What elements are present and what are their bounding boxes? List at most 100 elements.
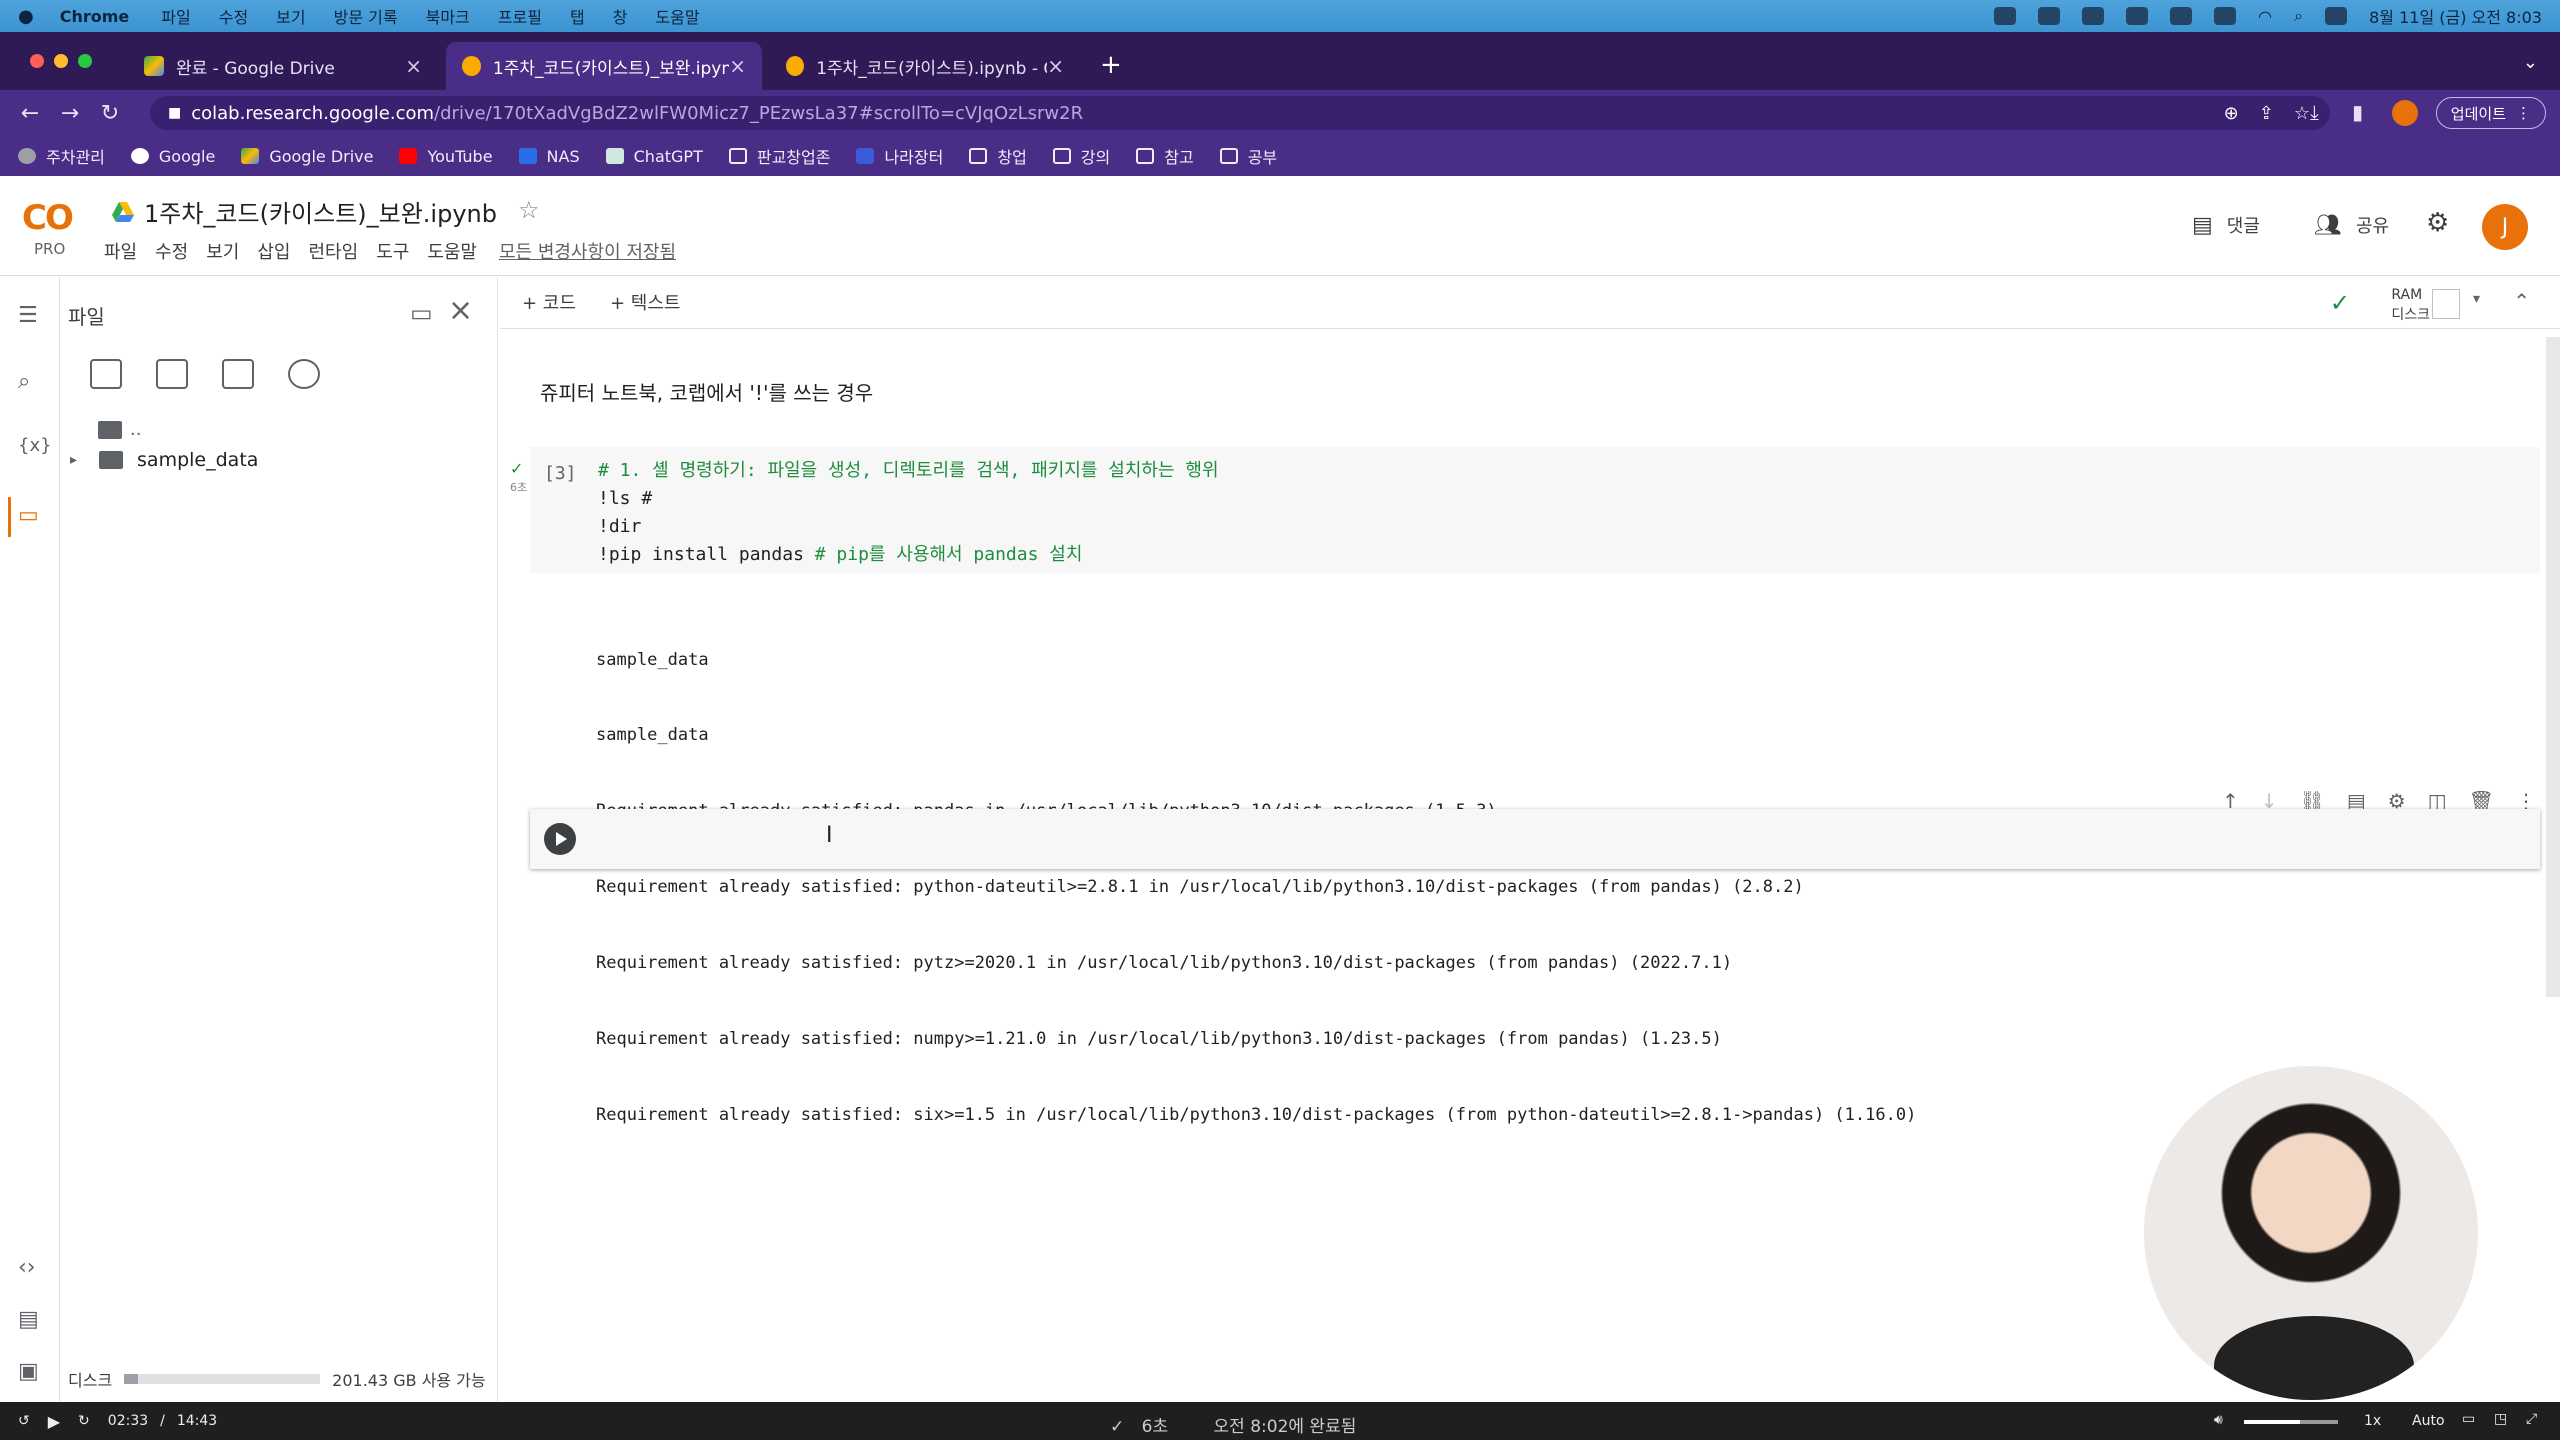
open-in-tab-icon[interactable]: ▭ — [410, 299, 433, 327]
status-icon[interactable] — [2038, 7, 2061, 25]
code-cell[interactable]: ✓ 6초 [3] # 1. 셸 명령하기: 파일을 생성, 디렉토리를 검색, … — [510, 447, 2540, 573]
tab-colab-active[interactable]: 1주차_코드(카이스트)_보완.ipynb × — [446, 42, 762, 90]
volume-slider[interactable] — [2244, 1420, 2338, 1424]
reload-icon[interactable]: ↻ — [90, 101, 130, 126]
forward-icon[interactable]: ↻ — [78, 1413, 90, 1429]
status-icon[interactable] — [2126, 7, 2149, 25]
bookmark-folder[interactable]: 공부 — [1219, 144, 1277, 168]
code-editor[interactable]: # 1. 셸 명령하기: 파일을 생성, 디렉토리를 검색, 패키지를 설치하는… — [598, 457, 1219, 569]
menubar-item-bookmarks[interactable]: 북마크 — [426, 4, 470, 28]
zoom-icon[interactable]: ⊕ — [2224, 103, 2239, 124]
gear-icon[interactable]: ⚙ — [2426, 208, 2449, 238]
bookmark-item[interactable]: 주차관리 — [18, 144, 105, 168]
search-icon[interactable]: ⌕ — [2294, 6, 2303, 26]
table-of-contents-icon[interactable]: ☰ — [18, 303, 38, 328]
avatar[interactable]: J — [2482, 204, 2528, 250]
apple-icon[interactable]: ● — [18, 6, 34, 27]
profile-avatar-icon[interactable] — [2392, 100, 2418, 126]
menu-insert[interactable]: 삽입 — [257, 238, 290, 264]
empty-code-cell[interactable]: I — [530, 809, 2540, 869]
text-cell[interactable]: 쥬피터 노트북, 코랩에서 '!'를 쓰는 경우 — [540, 377, 873, 406]
upload-file-icon[interactable] — [90, 359, 122, 389]
menubar-app-name[interactable]: Chrome — [60, 7, 130, 26]
play-icon[interactable]: ▶ — [48, 1412, 60, 1431]
close-tab-icon[interactable]: × — [729, 54, 746, 78]
add-text-button[interactable]: + 텍스트 — [610, 289, 680, 315]
tree-folder-sample-data[interactable]: ▸ sample_data — [70, 449, 258, 471]
bookmark-item[interactable]: Google — [130, 147, 215, 166]
code-snippets-icon[interactable]: ‹› — [18, 1255, 36, 1280]
close-window-icon[interactable] — [30, 54, 44, 68]
menu-file[interactable]: 파일 — [104, 238, 137, 264]
tab-search-icon[interactable]: ⌄ — [2523, 52, 2538, 73]
battery-icon[interactable] — [2214, 7, 2237, 25]
status-icon[interactable] — [2170, 7, 2193, 25]
share-page-icon[interactable]: ⇪ — [2259, 103, 2274, 124]
close-icon[interactable]: × — [448, 293, 473, 328]
lock-icon[interactable]: ■ — [168, 105, 181, 121]
captions-icon[interactable]: ▭ — [2462, 1411, 2475, 1427]
star-icon[interactable]: ☆ — [518, 196, 540, 224]
menubar-item-tab[interactable]: 탭 — [570, 4, 585, 28]
share-button[interactable]: 👥︎ 공유 — [2314, 212, 2389, 238]
menu-help[interactable]: 도움말 — [427, 238, 477, 264]
bookmark-item[interactable]: 판교창업존 — [728, 144, 830, 168]
status-icon[interactable] — [2082, 7, 2105, 25]
hide-files-icon[interactable] — [288, 359, 320, 389]
refresh-folder-icon[interactable] — [156, 359, 188, 389]
bookmark-folder[interactable]: 강의 — [1052, 144, 1110, 168]
update-button[interactable]: 업데이트 ⋮ — [2435, 97, 2546, 129]
rewind-icon[interactable]: ↺ — [18, 1413, 30, 1429]
comment-button[interactable]: ▤ 댓글 — [2192, 212, 2260, 238]
menubar-datetime[interactable]: 8월 11일 (금) 오전 8:03 — [2369, 4, 2542, 28]
address-bar[interactable]: ■ colab.research.google.com/drive/170tXa… — [150, 96, 2330, 130]
tree-parent-dir[interactable]: .. — [98, 419, 141, 440]
bookmark-item[interactable]: 나라장터 — [856, 144, 943, 168]
status-icon[interactable] — [1994, 7, 2017, 25]
side-panel-icon[interactable]: ▮ — [2352, 100, 2363, 124]
volume-icon[interactable]: 🔊︎ — [2214, 1412, 2223, 1428]
menubar-item-history[interactable]: 방문 기록 — [334, 4, 398, 28]
chevron-up-icon[interactable]: ⌃ — [2513, 289, 2530, 313]
menu-view[interactable]: 보기 — [206, 238, 239, 264]
folder-icon[interactable]: ▭ — [18, 503, 39, 528]
wifi-icon[interactable]: ◠ — [2258, 7, 2272, 26]
menubar-item-window[interactable]: 창 — [613, 4, 628, 28]
chevron-right-icon[interactable]: ▸ — [70, 452, 77, 468]
run-cell-button[interactable] — [544, 823, 576, 855]
bookmark-item[interactable]: YouTube — [399, 147, 493, 166]
menubar-item-profile[interactable]: 프로필 — [498, 4, 542, 28]
bookmark-item[interactable]: ChatGPT — [605, 147, 703, 166]
add-code-button[interactable]: + 코드 — [522, 289, 576, 315]
quality-setting[interactable]: Auto — [2412, 1413, 2445, 1429]
search-icon[interactable]: ⌕ — [18, 369, 30, 394]
control-center-icon[interactable] — [2325, 7, 2348, 25]
menubar-item-edit[interactable]: 수정 — [219, 4, 248, 28]
bookmark-item[interactable]: Google Drive — [241, 147, 373, 166]
terminal-icon[interactable]: ▣ — [18, 1359, 39, 1384]
new-tab-icon[interactable]: + — [1100, 50, 1122, 80]
download-icon[interactable]: ⤓ — [2310, 100, 2319, 124]
bookmark-folder[interactable]: 참고 — [1136, 144, 1194, 168]
bookmark-star-icon[interactable]: ☆ — [2294, 103, 2310, 124]
close-tab-icon[interactable]: × — [1047, 54, 1064, 78]
menu-tools[interactable]: 도구 — [376, 238, 409, 264]
tab-google-drive[interactable]: 완료 - Google Drive × — [128, 42, 438, 90]
menu-runtime[interactable]: 런타임 — [309, 238, 359, 264]
notebook-title[interactable]: 1주차_코드(카이스트)_보완.ipynb — [112, 194, 497, 229]
pip-icon[interactable]: ◳ — [2494, 1411, 2507, 1427]
bookmark-folder[interactable]: 창업 — [969, 144, 1027, 168]
menu-edit[interactable]: 수정 — [155, 238, 188, 264]
scrollbar[interactable] — [2546, 337, 2560, 997]
maximize-window-icon[interactable] — [78, 54, 92, 68]
fullscreen-icon[interactable]: ⤢ — [2526, 1411, 2537, 1427]
forward-icon[interactable]: → — [50, 101, 90, 126]
menubar-item-file[interactable]: 파일 — [161, 4, 190, 28]
chevron-down-icon[interactable]: ▾ — [2473, 291, 2480, 307]
command-palette-icon[interactable]: ▤ — [18, 1307, 39, 1332]
playback-speed[interactable]: 1x — [2364, 1413, 2381, 1429]
mount-drive-icon[interactable] — [222, 359, 254, 389]
execution-count[interactable]: [3] — [544, 463, 577, 484]
close-tab-icon[interactable]: × — [405, 54, 422, 78]
menubar-item-help[interactable]: 도움말 — [655, 4, 699, 28]
